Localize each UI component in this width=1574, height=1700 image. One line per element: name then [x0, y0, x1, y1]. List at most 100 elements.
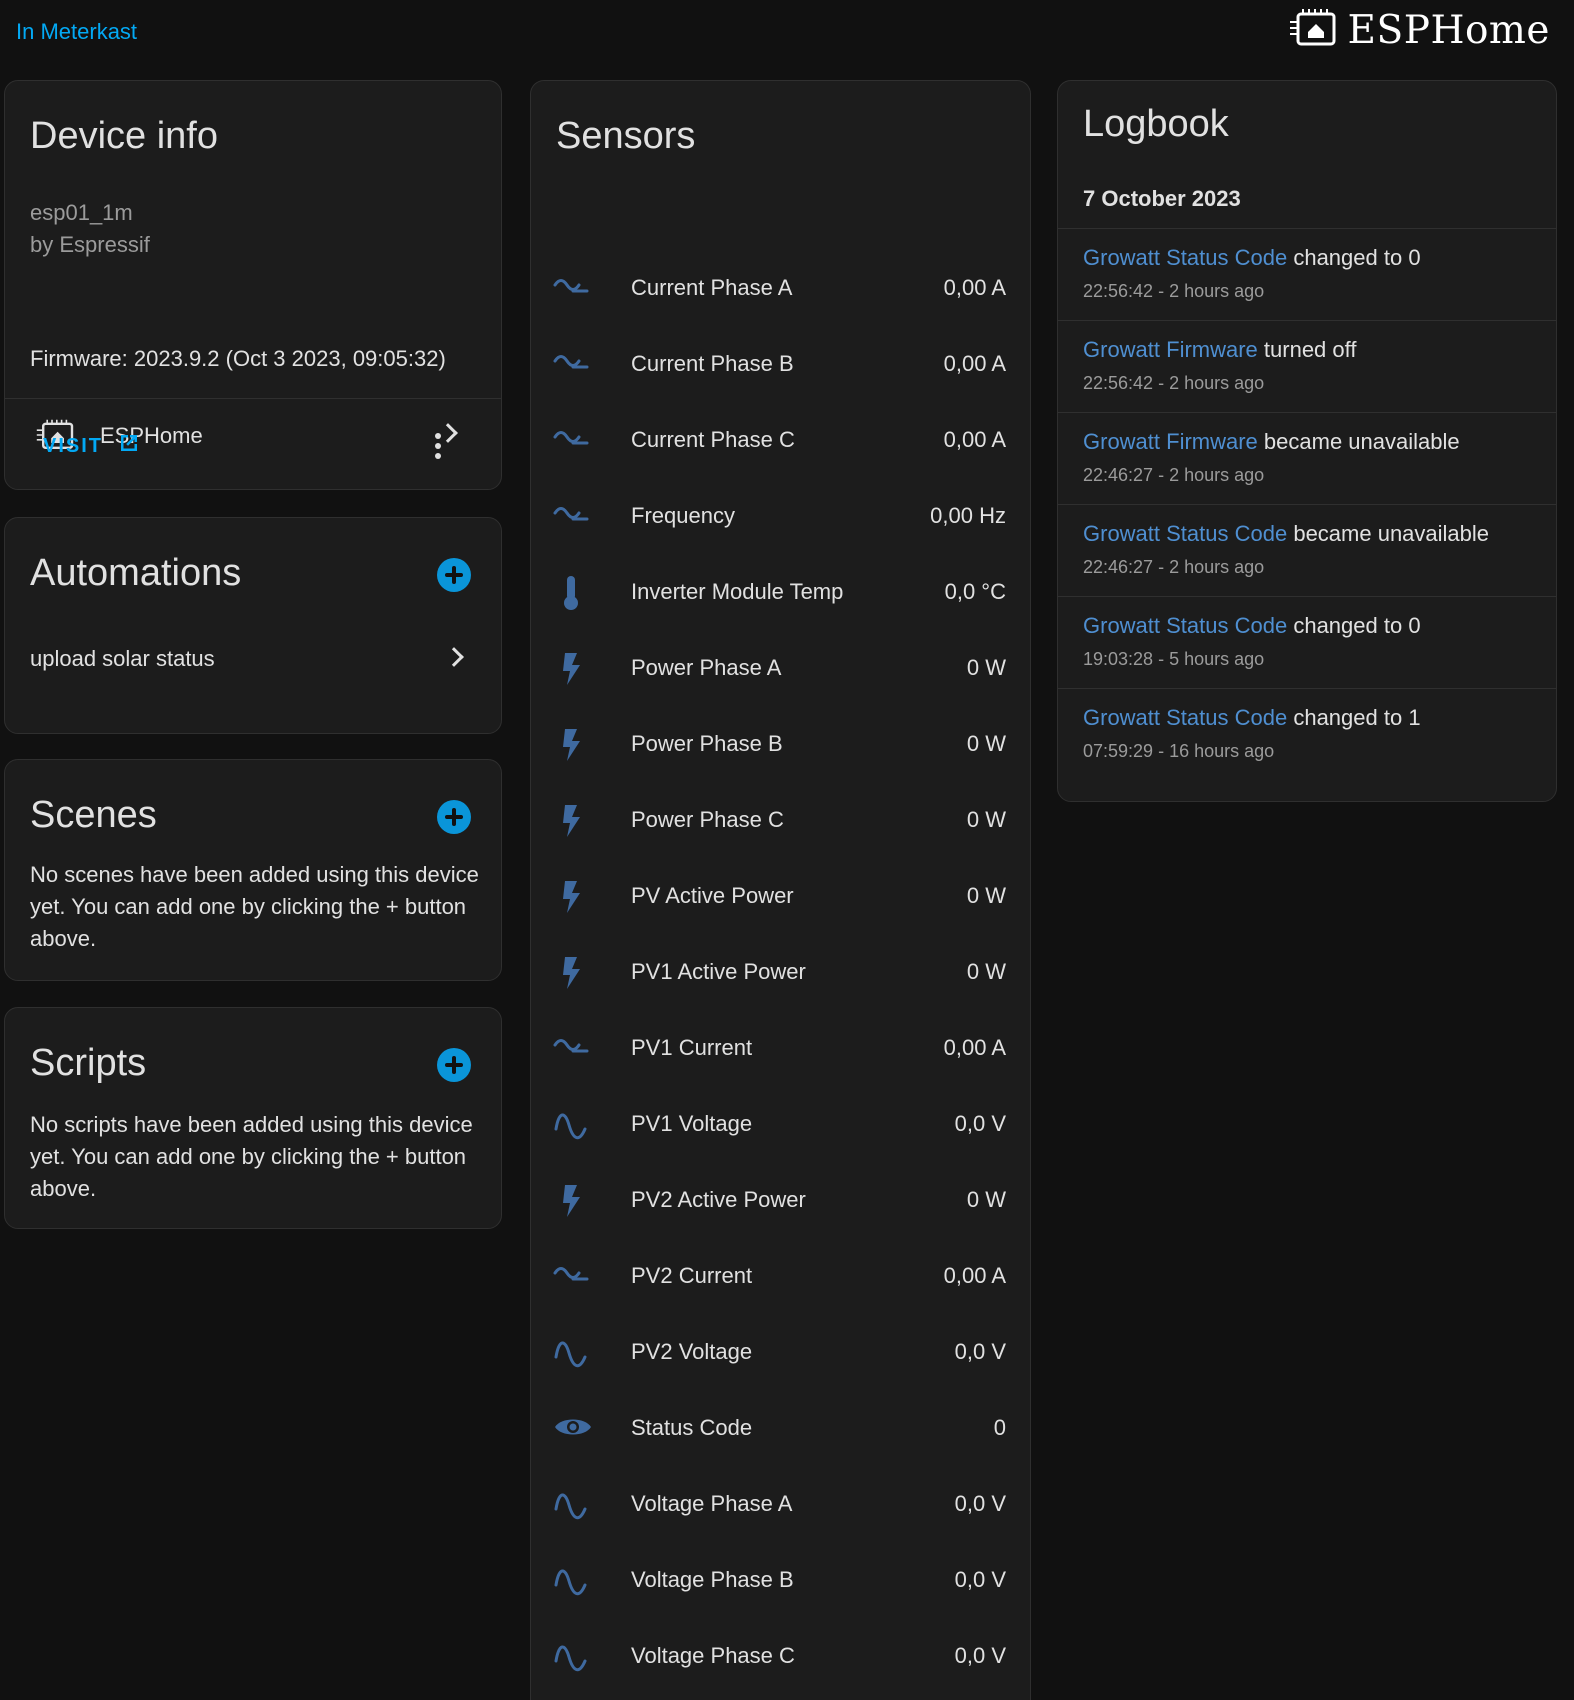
sine-wave-icon — [553, 1333, 593, 1373]
sensor-row[interactable]: Status Code 0 — [531, 1391, 1030, 1467]
sensor-row[interactable]: Current Phase A 0,00 A — [531, 251, 1030, 327]
sensor-value: 0 W — [966, 883, 1006, 908]
logbook-entry: Growatt Firmware turned off 22:56:42 - 2 … — [1058, 320, 1556, 412]
sensor-value: 0 — [993, 1415, 1006, 1440]
device-info-card: Device info esp01_1m by Espressif Firmwa… — [4, 80, 502, 490]
add-scene-button[interactable] — [437, 800, 471, 834]
sine-wave-icon — [553, 1637, 593, 1677]
sensor-row[interactable]: Voltage Phase A 0,0 V — [531, 1467, 1030, 1543]
current-ac-icon — [553, 1257, 593, 1297]
logbook-entity-link[interactable]: Growatt Status Code — [1083, 521, 1287, 546]
logbook-action: became unavailable — [1257, 429, 1460, 454]
sensor-row[interactable]: Voltage Phase B 0,0 V — [531, 1543, 1030, 1619]
thermometer-icon — [553, 573, 593, 613]
sensor-value: 0,00 A — [943, 1263, 1006, 1288]
sensor-row[interactable]: PV Active Power 0 W — [531, 859, 1030, 935]
sensor-name: PV2 Active Power — [631, 1187, 806, 1212]
logbook-time: 07:59:29 - 16 hours ago — [1083, 741, 1275, 761]
sensor-name: Power Phase C — [631, 807, 784, 832]
sensor-value: 0,0 V — [954, 1643, 1006, 1668]
more-options-icon[interactable] — [433, 433, 443, 461]
logbook-entity-link[interactable]: Growatt Firmware — [1083, 337, 1258, 362]
sensor-value: 0 W — [966, 1187, 1006, 1212]
add-automation-button[interactable] — [437, 558, 471, 592]
area-link[interactable]: In Meterkast — [16, 19, 137, 45]
sensors-title: Sensors — [556, 115, 696, 157]
logbook-action: turned off — [1257, 337, 1357, 362]
sensor-row[interactable]: Solar Energy Daily (kWh)16,8 kWh — [531, 1695, 1030, 1700]
logbook-entity-link[interactable]: Growatt Status Code — [1083, 613, 1287, 638]
scripts-title: Scripts — [30, 1042, 147, 1084]
sensor-value: 0,0 V — [954, 1111, 1006, 1136]
scripts-card: Scripts No scripts have been added using… — [4, 1007, 502, 1229]
sensor-row[interactable]: Inverter Module Temp 0,0 °C — [531, 555, 1030, 631]
logbook-date: 7 October 2023 — [1083, 186, 1241, 211]
brand: ESPHome — [1288, 8, 1550, 53]
sensor-row[interactable]: Frequency 0,00 Hz — [531, 479, 1030, 555]
sensor-row[interactable]: PV2 Voltage 0,0 V — [531, 1315, 1030, 1391]
sensor-row[interactable]: PV2 Current 0,00 A — [531, 1239, 1030, 1315]
logbook-entity-link[interactable]: Growatt Firmware — [1083, 429, 1258, 454]
current-ac-icon — [553, 497, 593, 537]
automation-item-label: upload solar status — [30, 646, 215, 671]
visit-button[interactable]: VISIT — [43, 431, 141, 461]
sensor-row[interactable]: Current Phase B 0,00 A — [531, 327, 1030, 403]
brand-name: ESPHome — [1347, 8, 1550, 53]
logbook-entry-line: Growatt Status Code became unavailable — [1083, 521, 1489, 547]
device-firmware: Firmware: 2023.9.2 (Oct 3 2023, 09:05:32… — [30, 346, 446, 371]
logbook-entry-line: Growatt Status Code changed to 0 — [1083, 613, 1421, 639]
device-model: esp01_1m — [30, 200, 133, 225]
sensor-value: 0,0 °C — [944, 579, 1006, 604]
sensor-row[interactable]: Power Phase C 0 W — [531, 783, 1030, 859]
sensor-row[interactable]: PV1 Active Power 0 W — [531, 935, 1030, 1011]
device-manufacturer: by Espressif — [30, 232, 150, 257]
sensor-row[interactable]: Current Phase C 0,00 A — [531, 403, 1030, 479]
sensor-name: Power Phase B — [631, 731, 783, 756]
sensor-name: PV1 Voltage — [631, 1111, 753, 1136]
sensor-row[interactable]: PV1 Current 0,00 A — [531, 1011, 1030, 1087]
sensor-name: Inverter Module Temp — [631, 579, 844, 604]
top-bar: In Meterkast ESPHome — [0, 0, 1574, 64]
logbook-entry-line: Growatt Firmware turned off — [1083, 337, 1356, 363]
current-ac-icon — [553, 269, 593, 309]
sensor-name: Voltage Phase C — [631, 1643, 795, 1668]
flash-icon — [553, 649, 593, 689]
sensor-row[interactable]: PV2 Active Power 0 W — [531, 1163, 1030, 1239]
sensor-value: 0,00 A — [943, 427, 1006, 452]
sensor-value: 0,00 A — [943, 1035, 1006, 1060]
sensor-value: 0,00 A — [943, 351, 1006, 376]
logbook-entity-link[interactable]: Growatt Status Code — [1083, 705, 1287, 730]
sine-wave-icon — [553, 1485, 593, 1525]
sensor-name: PV1 Current — [631, 1035, 753, 1060]
sensor-name: PV2 Voltage — [631, 1339, 753, 1364]
automations-title: Automations — [30, 552, 242, 594]
logbook-time: 22:56:42 - 2 hours ago — [1083, 373, 1265, 393]
logbook-entry: Growatt Status Code changed to 0 22:56:42… — [1058, 228, 1556, 320]
current-ac-icon — [553, 1029, 593, 1069]
sensor-row[interactable]: Voltage Phase C 0,0 V — [531, 1619, 1030, 1695]
automations-card: Automations upload solar status — [4, 517, 502, 734]
sensor-name: Power Phase A — [631, 655, 782, 680]
device-model-block: esp01_1m by Espressif — [30, 197, 150, 261]
sensor-value: 0,0 V — [954, 1567, 1006, 1592]
sensor-row[interactable]: Power Phase A 0 W — [531, 631, 1030, 707]
automation-item[interactable]: upload solar status — [5, 628, 501, 688]
sensor-name: Voltage Phase B — [631, 1567, 794, 1592]
sensor-row[interactable]: PV1 Voltage 0,0 V — [531, 1087, 1030, 1163]
sensor-value: 0 W — [966, 655, 1006, 680]
sensor-row[interactable]: Power Phase B 0 W — [531, 707, 1030, 783]
sensor-name: PV Active Power — [631, 883, 794, 908]
add-script-button[interactable] — [437, 1048, 471, 1082]
logbook-action: changed to 1 — [1287, 705, 1421, 730]
logbook-entry-line: Growatt Status Code changed to 1 — [1083, 705, 1421, 731]
scenes-title: Scenes — [30, 794, 157, 836]
flash-icon — [553, 1181, 593, 1221]
sensor-value: 0 W — [966, 959, 1006, 984]
logbook-entity-link[interactable]: Growatt Status Code — [1083, 245, 1287, 270]
sensor-value: 0,00 Hz — [930, 503, 1006, 528]
sensor-value: 0,00 A — [943, 275, 1006, 300]
scripts-empty-text: No scripts have been added using this de… — [30, 1112, 473, 1201]
logbook-title: Logbook — [1083, 103, 1229, 145]
esphome-logo-icon — [1288, 8, 1340, 53]
logbook-entry: Growatt Status Code changed to 0 19:03:28… — [1058, 596, 1556, 688]
